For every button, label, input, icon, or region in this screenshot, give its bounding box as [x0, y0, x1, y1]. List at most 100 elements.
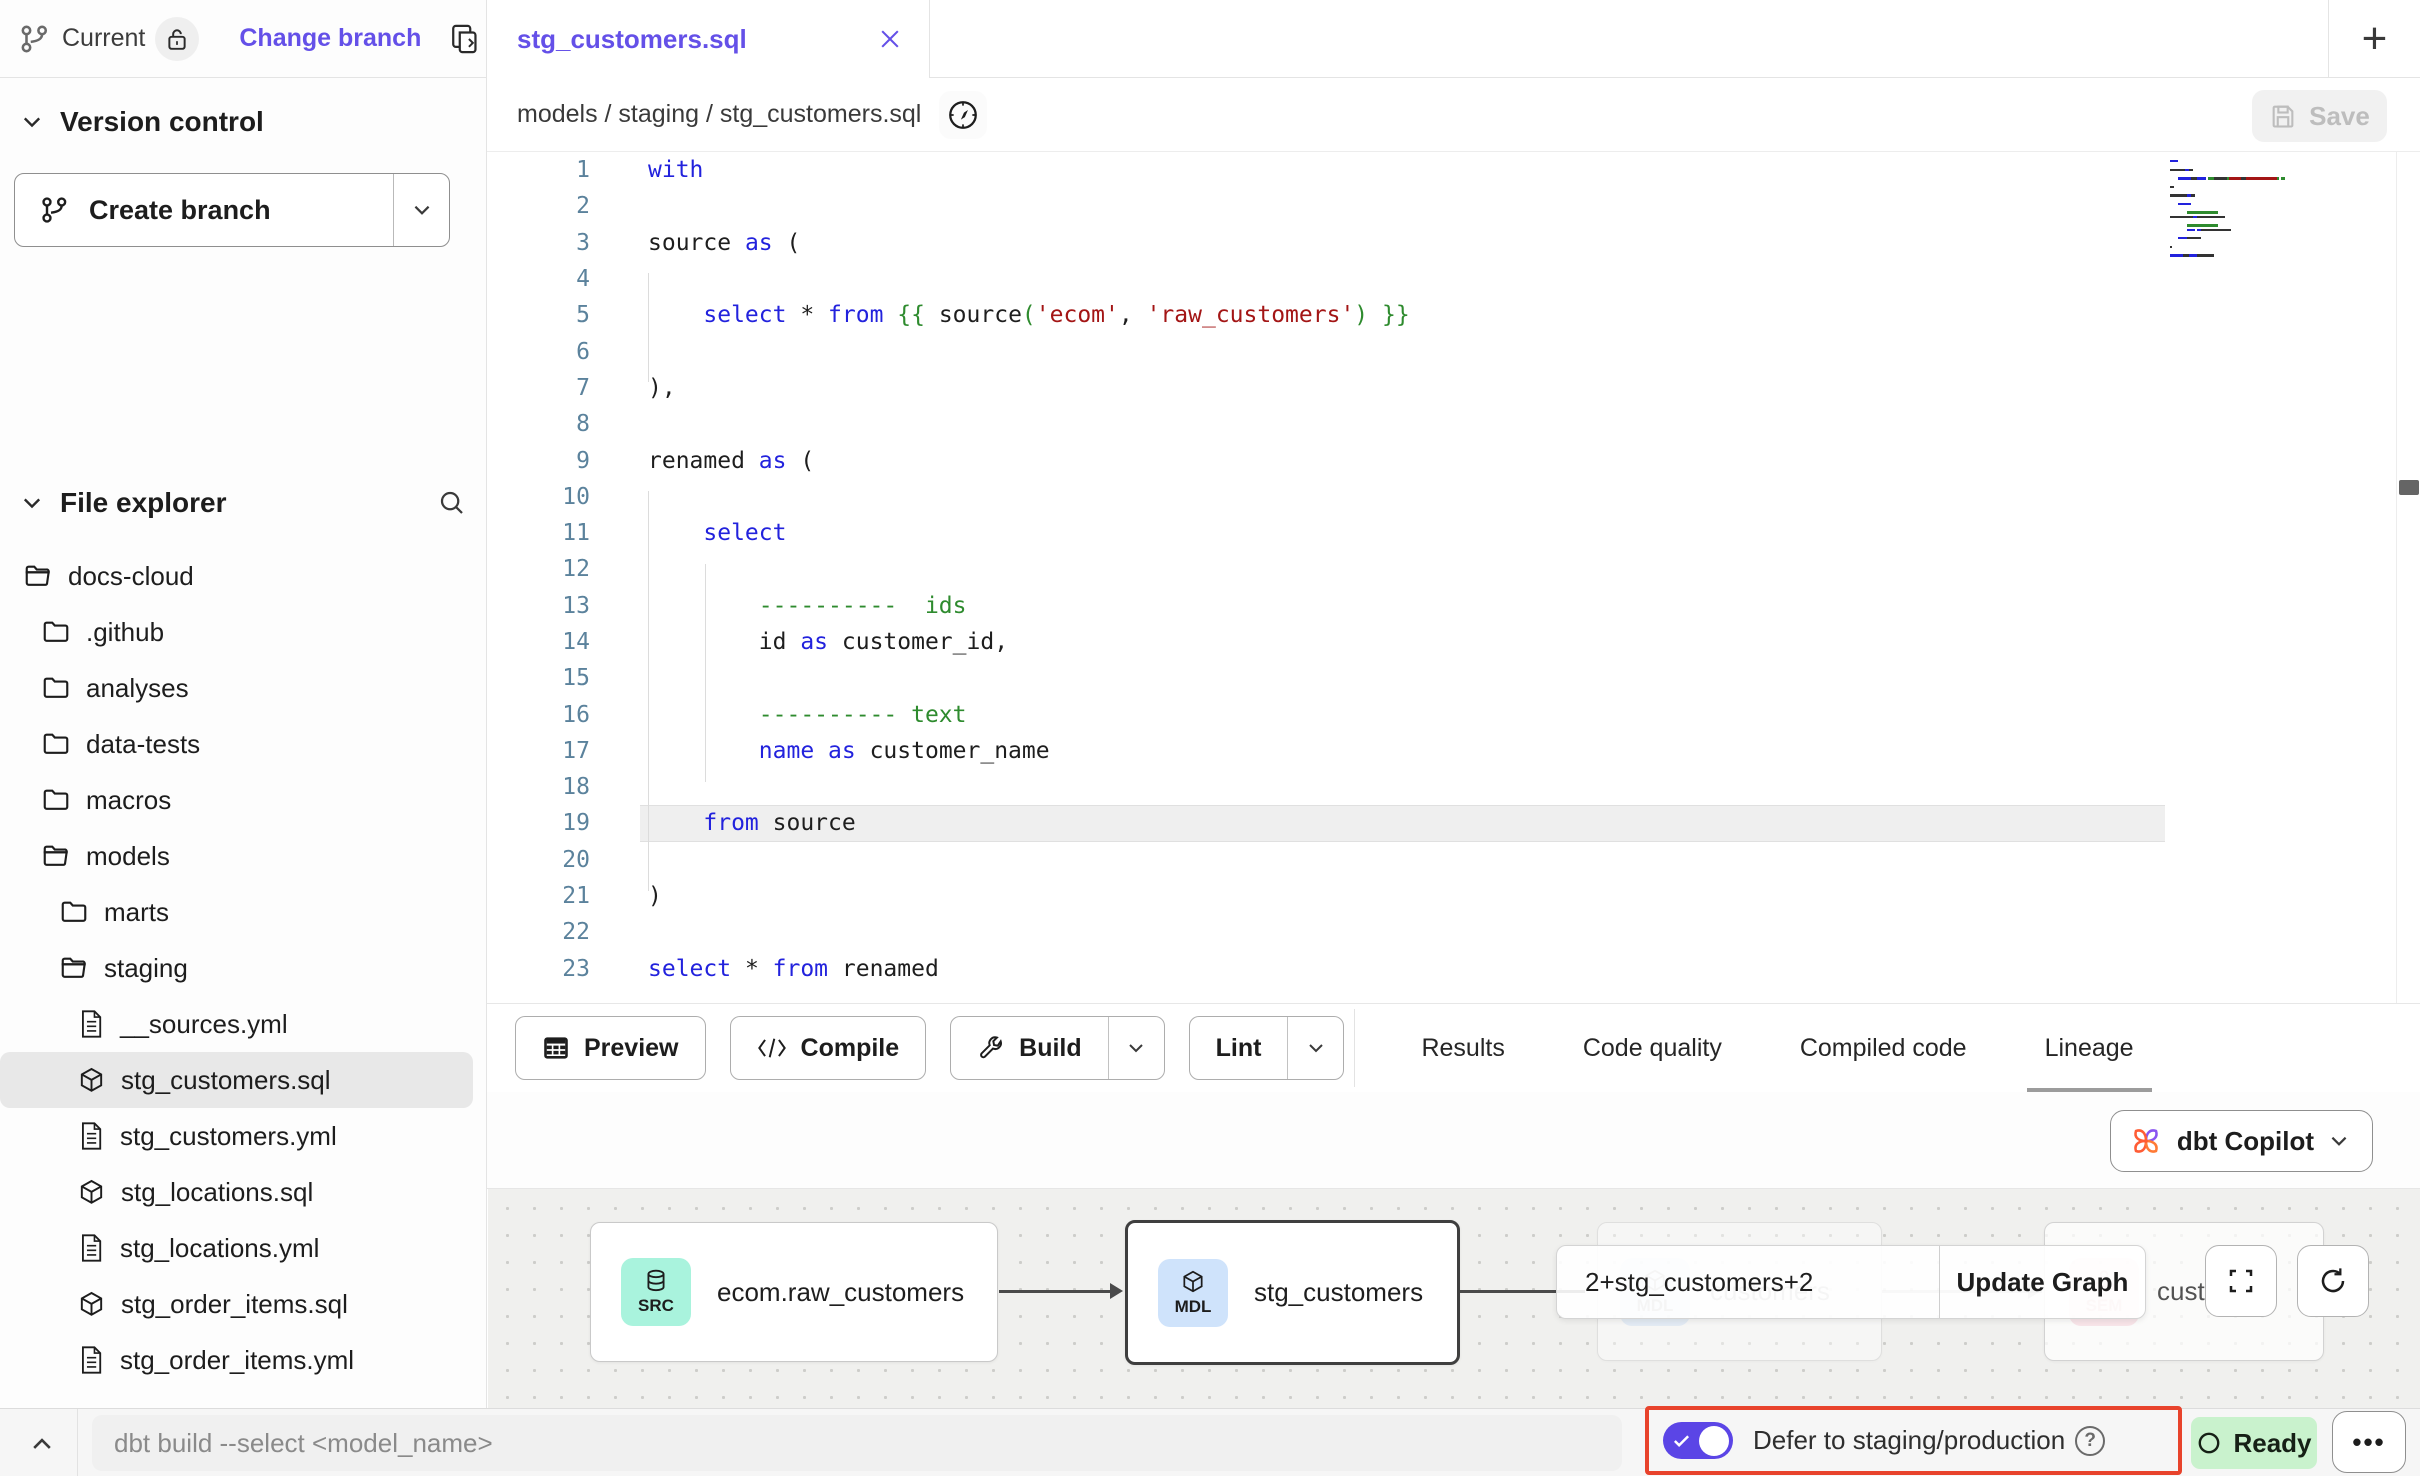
defer-label: Defer to staging/production — [1753, 1425, 2065, 1456]
lineage-node-stg-customers[interactable]: MDL stg_customers — [1125, 1220, 1460, 1365]
code-text: ---------- ids — [648, 593, 2420, 619]
chevron-up-icon — [29, 1431, 55, 1457]
file-icon — [77, 1121, 105, 1151]
lineage-canvas[interactable]: SRC ecom.raw_customers MDL stg_customers… — [488, 1189, 2420, 1408]
code-line-3[interactable]: 3source as ( — [488, 225, 2420, 261]
code-line-19[interactable]: 19 from source — [488, 805, 2420, 841]
lineage-node-source[interactable]: SRC ecom.raw_customers — [590, 1222, 998, 1362]
code-line-6[interactable]: 6 — [488, 333, 2420, 369]
line-number: 8 — [488, 411, 590, 437]
tree-item--github[interactable]: .github — [0, 604, 487, 660]
tab-stg-customers-sql[interactable]: stg_customers.sql — [487, 0, 930, 78]
code-line-12[interactable]: 12 — [488, 551, 2420, 587]
tree-item-stg-locations-sql[interactable]: stg_locations.sql — [0, 1164, 487, 1220]
code-line-22[interactable]: 22 — [488, 914, 2420, 950]
tab-lineage[interactable]: Lineage — [2045, 1010, 2134, 1087]
status-badge-ready[interactable]: Ready — [2191, 1417, 2317, 1469]
code-line-15[interactable]: 15 — [488, 660, 2420, 696]
search-icon[interactable] — [437, 488, 467, 518]
defer-toggle[interactable] — [1663, 1422, 1733, 1459]
tab-strip: stg_customers.sql + — [487, 0, 2420, 78]
tree-item--sources-yml[interactable]: __sources.yml — [0, 996, 487, 1052]
status-ring-icon — [2196, 1430, 2222, 1456]
branch-bar: Current Change branch — [0, 0, 487, 78]
code-line-4[interactable]: 4 — [488, 261, 2420, 297]
code-line-7[interactable]: 7), — [488, 370, 2420, 406]
editor-scrollbar-thumb[interactable] — [2399, 480, 2419, 495]
file-explorer-header[interactable]: File explorer — [20, 487, 467, 519]
file-actions-button[interactable] — [939, 91, 987, 139]
change-branch-link[interactable]: Change branch — [239, 24, 421, 53]
line-number: 22 — [488, 919, 590, 945]
folder-open-icon — [59, 953, 89, 983]
tree-item-staging[interactable]: staging — [0, 940, 487, 996]
code-line-17[interactable]: 17 name as customer_name — [488, 733, 2420, 769]
code-line-1[interactable]: 1with — [488, 152, 2420, 188]
compile-button[interactable]: Compile — [730, 1016, 927, 1080]
tree-item-stg-customers-yml[interactable]: stg_customers.yml — [0, 1108, 487, 1164]
code-editor[interactable]: 1with23source as (45 select * from {{ so… — [488, 152, 2420, 1003]
tab-results[interactable]: Results — [1421, 1010, 1504, 1087]
tree-item-stg-locations-yml[interactable]: stg_locations.yml — [0, 1220, 487, 1276]
code-line-18[interactable]: 18 — [488, 769, 2420, 805]
create-branch-button[interactable]: Create branch — [15, 174, 393, 246]
code-line-10[interactable]: 10 — [488, 479, 2420, 515]
defer-highlight-box: Defer to staging/production ? — [1645, 1406, 2182, 1475]
preview-button[interactable]: Preview — [515, 1016, 706, 1080]
command-input[interactable] — [92, 1415, 1622, 1471]
file-tree: docs-cloud.githubanalysesdata-testsmacro… — [0, 548, 487, 1388]
dbt-copilot-button[interactable]: dbt Copilot — [2110, 1110, 2373, 1172]
tree-item-docs-cloud[interactable]: docs-cloud — [0, 548, 487, 604]
tree-item-marts[interactable]: marts — [0, 884, 487, 940]
copy-button[interactable] — [449, 22, 481, 56]
create-branch-dropdown[interactable] — [393, 174, 449, 246]
fullscreen-button[interactable] — [2205, 1245, 2277, 1317]
collapse-panel-button[interactable] — [22, 1427, 62, 1461]
lint-dropdown[interactable] — [1287, 1017, 1343, 1079]
chevron-down-icon — [1306, 1038, 1326, 1058]
code-line-9[interactable]: 9renamed as ( — [488, 442, 2420, 478]
tree-item-label: stg_locations.sql — [121, 1177, 313, 1208]
tree-item-analyses[interactable]: analyses — [0, 660, 487, 716]
update-graph-button[interactable]: Update Graph — [1939, 1246, 2145, 1318]
code-line-13[interactable]: 13 ---------- ids — [488, 588, 2420, 624]
code-text: select * from {{ source('ecom', 'raw_cus… — [648, 302, 2420, 328]
line-number: 1 — [488, 157, 590, 183]
help-icon[interactable]: ? — [2075, 1426, 2105, 1456]
save-button[interactable]: Save — [2252, 90, 2387, 142]
code-line-23[interactable]: 23select * from renamed — [488, 951, 2420, 987]
lineage-selector-input[interactable] — [1557, 1246, 1939, 1318]
build-dropdown[interactable] — [1108, 1017, 1164, 1079]
code-line-8[interactable]: 8 — [488, 406, 2420, 442]
plus-icon: + — [2362, 17, 2388, 61]
wrench-icon — [977, 1034, 1005, 1062]
create-branch-label: Create branch — [89, 195, 271, 226]
refresh-button[interactable] — [2297, 1245, 2369, 1317]
build-button[interactable]: Build — [951, 1017, 1108, 1079]
status-bar: Defer to staging/production ? Ready ••• — [0, 1408, 2420, 1476]
tree-item-stg-order-items-yml[interactable]: stg_order_items.yml — [0, 1332, 487, 1388]
tree-item-data-tests[interactable]: data-tests — [0, 716, 487, 772]
lint-button[interactable]: Lint — [1190, 1017, 1288, 1079]
code-line-2[interactable]: 2 — [488, 188, 2420, 224]
code-line-20[interactable]: 20 — [488, 842, 2420, 878]
folder-icon — [41, 617, 71, 647]
code-line-16[interactable]: 16 ---------- text — [488, 696, 2420, 732]
current-branch[interactable]: Current — [18, 17, 199, 61]
tab-code-quality[interactable]: Code quality — [1583, 1010, 1722, 1087]
tab-close-button[interactable] — [877, 26, 903, 52]
more-options-button[interactable]: ••• — [2332, 1411, 2406, 1473]
tree-item-stg-customers-sql[interactable]: stg_customers.sql — [0, 1052, 473, 1108]
tree-item-stg-order-items-sql[interactable]: stg_order_items.sql — [0, 1276, 487, 1332]
code-line-11[interactable]: 11 select — [488, 515, 2420, 551]
code-line-21[interactable]: 21) — [488, 878, 2420, 914]
version-control-header[interactable]: Version control — [20, 106, 264, 138]
code-line-14[interactable]: 14 id as customer_id, — [488, 624, 2420, 660]
lineage-panel-header: dbt Copilot — [487, 1092, 2420, 1189]
tab-compiled-code[interactable]: Compiled code — [1800, 1010, 1967, 1087]
code-line-5[interactable]: 5 select * from {{ source('ecom', 'raw_c… — [488, 297, 2420, 333]
code-text: from source — [648, 810, 2420, 836]
new-tab-button[interactable]: + — [2328, 0, 2420, 78]
tree-item-macros[interactable]: macros — [0, 772, 487, 828]
tree-item-models[interactable]: models — [0, 828, 487, 884]
